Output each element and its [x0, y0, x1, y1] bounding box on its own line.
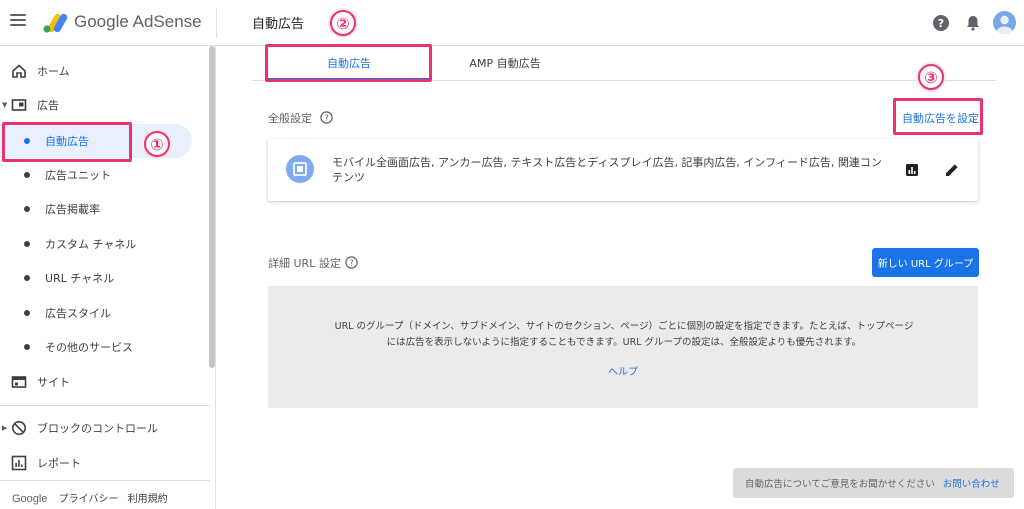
sidebar-item-ad-styles[interactable]: 広告スタイル	[0, 296, 205, 330]
brand-name: Google AdSense	[74, 12, 202, 31]
sidebar-item-label: 広告スタイル	[45, 307, 111, 320]
edit-pencil-icon[interactable]	[944, 162, 960, 178]
sidebar-item-label: ブロックのコントロール	[37, 422, 158, 435]
sidebar-item-label: サイト	[37, 376, 70, 389]
sidebar-item-label: その他のサービス	[45, 341, 133, 354]
sites-icon	[11, 376, 27, 388]
sidebar-scrollbar[interactable]	[209, 46, 215, 368]
general-settings-label: 全般設定	[268, 112, 312, 125]
terms-link[interactable]: 利用規約	[128, 494, 168, 505]
privacy-link[interactable]: プライバシー	[59, 494, 119, 505]
layers-icon	[293, 162, 307, 176]
page-title: 自動広告	[252, 17, 305, 32]
annotation-badge-1: ①	[144, 131, 170, 157]
sidebar-item-label: 広告ユニット	[45, 169, 111, 182]
account-avatar[interactable]	[993, 11, 1016, 34]
feedback-message: 自動広告についてご意見をお聞かせください	[745, 479, 935, 490]
svg-text:?: ?	[349, 259, 353, 268]
ads-icon	[11, 99, 27, 111]
general-settings-card: モバイル全画面広告, アンカー広告, テキスト広告とディスプレイ広告, 記事内広…	[268, 139, 978, 201]
annotation-highlight-tab	[265, 44, 432, 82]
sidebar-item-home[interactable]: ホーム	[0, 54, 205, 88]
sidebar-item-reports[interactable]: レポート	[0, 446, 205, 480]
annotation-badge-3: ③	[918, 64, 944, 90]
bullet-icon	[24, 344, 30, 350]
sidebar-item-ad-units[interactable]: 広告ユニット	[0, 158, 205, 192]
sidebar-item-label: 広告掲載率	[45, 203, 100, 216]
svg-text:?: ?	[938, 17, 944, 30]
url-settings-label: 詳細 URL 設定	[268, 257, 341, 270]
sidebar-item-label: レポート	[37, 457, 81, 470]
help-icon[interactable]: ?	[320, 111, 333, 124]
caret-right-icon: ▶	[2, 424, 8, 432]
google-wordmark: Google	[12, 493, 48, 505]
annotation-badge-2: ②	[330, 10, 356, 36]
bullet-icon	[24, 206, 30, 212]
sidebar-footer: Google プライバシー 利用規約	[12, 490, 174, 505]
ad-formats-summary: モバイル全画面広告, アンカー広告, テキスト広告とディスプレイ広告, 記事内広…	[332, 156, 882, 184]
auto-ads-format-icon	[286, 155, 314, 183]
help-link[interactable]: ヘルプ	[268, 363, 978, 378]
home-icon	[12, 64, 26, 78]
annotation-highlight-auto-ads	[2, 122, 132, 162]
bullet-icon	[24, 241, 30, 247]
sidebar-item-url-channels[interactable]: URL チャネル	[0, 261, 205, 295]
top-app-bar: Google AdSense 自動広告 ?	[0, 0, 1024, 46]
bullet-icon	[24, 275, 30, 281]
notifications-bell-icon[interactable]	[964, 14, 982, 32]
menu-icon[interactable]	[10, 14, 26, 30]
feedback-bar: 自動広告についてご意見をお聞かせください お問い合わせ	[733, 468, 1014, 498]
sidebar-item-label: 広告	[37, 99, 59, 112]
sidebar-item-sites[interactable]: サイト	[0, 365, 205, 399]
block-icon	[12, 421, 26, 435]
bullet-icon	[24, 172, 30, 178]
sidebar-item-custom-channels[interactable]: カスタム チャネル	[0, 227, 205, 261]
url-groups-empty-state: URL のグループ（ドメイン、サブドメイン、サイトのセクション、ページ）ごとに個…	[268, 286, 978, 408]
sidebar-item-ad-coverage[interactable]: 広告掲載率	[0, 192, 205, 226]
annotation-highlight-configure	[893, 98, 983, 135]
help-icon[interactable]: ?	[345, 256, 358, 269]
sidebar-divider	[0, 405, 210, 406]
svg-text:?: ?	[324, 114, 328, 123]
sidebar-item-ads[interactable]: ▼ 広告	[0, 88, 205, 122]
help-icon[interactable]: ?	[932, 14, 950, 32]
sidebar-item-label: ホーム	[37, 65, 70, 78]
sidebar-item-label: カスタム チャネル	[45, 238, 137, 251]
person-icon	[996, 15, 1013, 34]
url-groups-description: URL のグループ（ドメイン、サブドメイン、サイトのセクション、ページ）ごとに個…	[334, 321, 914, 348]
header-divider	[216, 8, 217, 38]
caret-down-icon: ▼	[2, 101, 8, 109]
sidebar: ホーム ▼ 広告 自動広告 広告ユニット 広告掲載率 カスタム チャネル URL…	[0, 46, 216, 509]
adsense-logo-icon	[43, 13, 68, 33]
sidebar-divider	[0, 480, 210, 481]
sidebar-item-label: URL チャネル	[45, 272, 115, 285]
new-url-group-button[interactable]: 新しい URL グループ	[872, 248, 979, 277]
tab-amp-auto-ads[interactable]: AMP 自動広告	[430, 46, 580, 80]
sidebar-item-other-services[interactable]: その他のサービス	[0, 330, 205, 364]
sidebar-item-blocking-controls[interactable]: ▶ ブロックのコントロール	[0, 411, 205, 445]
report-chart-icon[interactable]	[904, 162, 920, 178]
contact-link[interactable]: お問い合わせ	[943, 476, 1000, 490]
bullet-icon	[24, 310, 30, 316]
reports-icon	[11, 455, 27, 471]
